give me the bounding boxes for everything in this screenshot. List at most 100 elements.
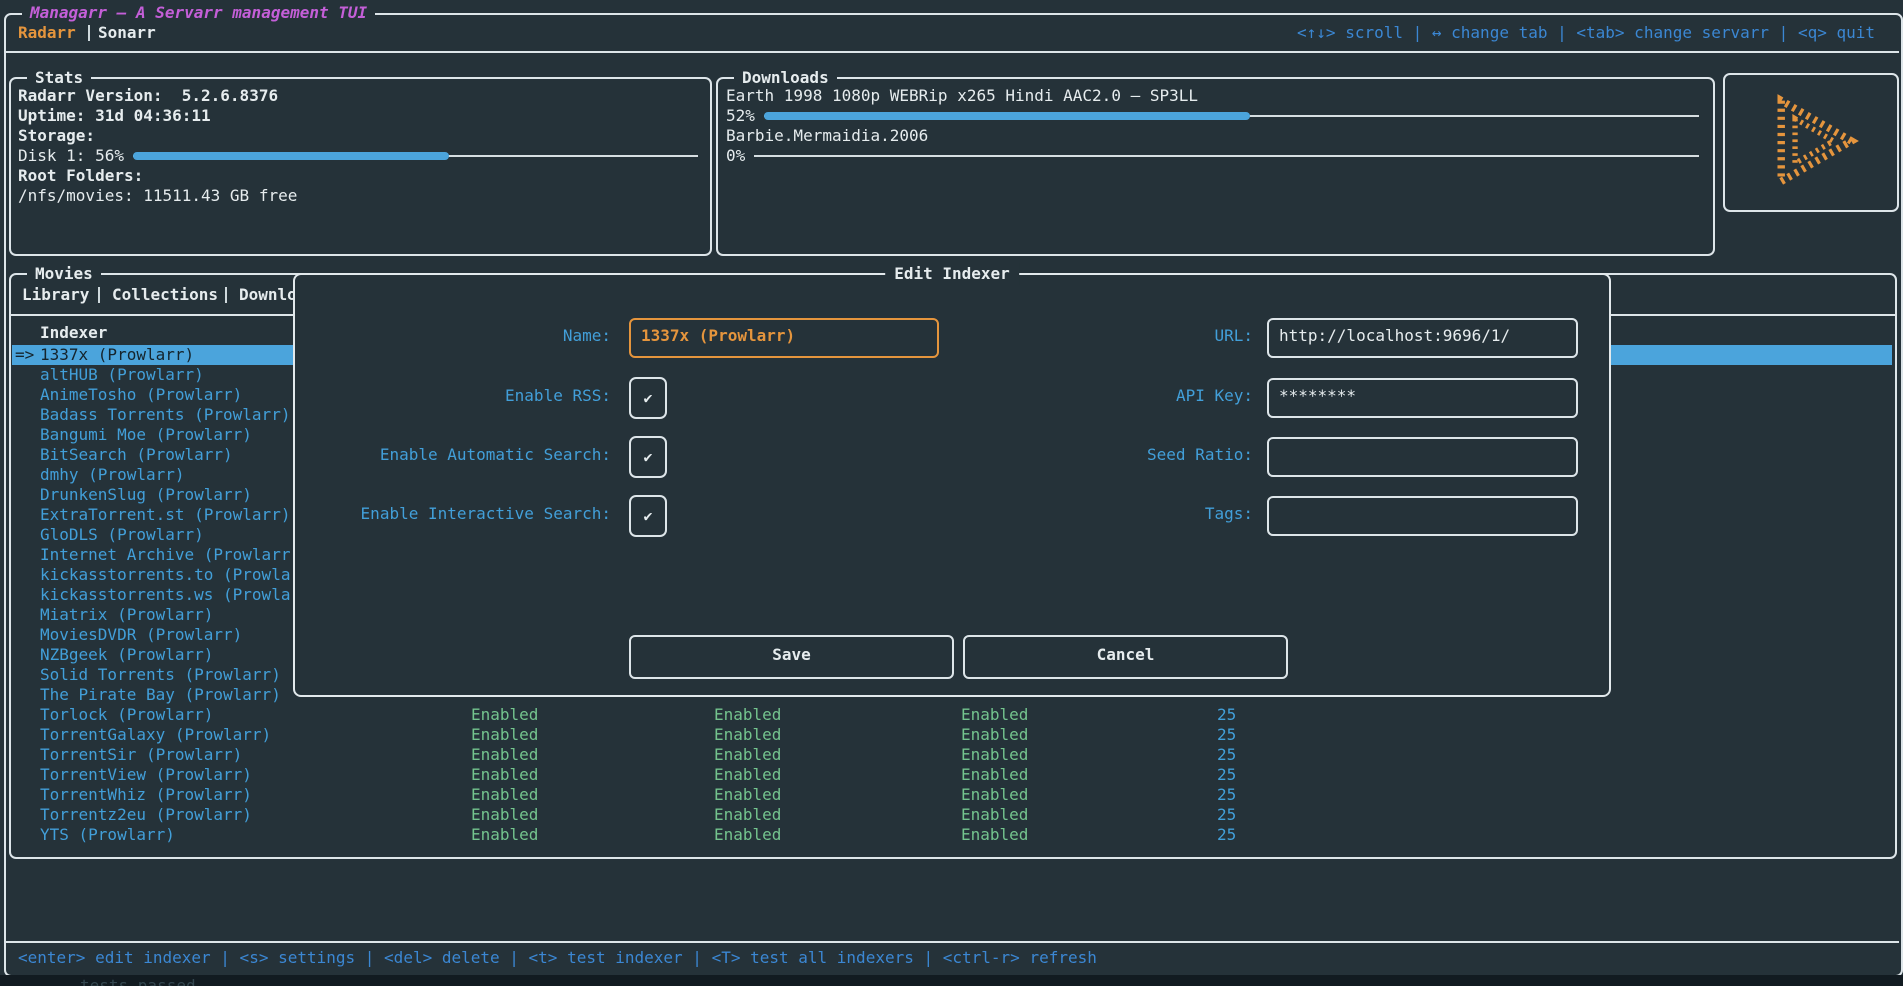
interactive-search-status: Enabled [961, 725, 1028, 745]
indexer-name: MoviesDVDR (Prowlarr) [40, 625, 242, 645]
clipped-terminal-line: tests passed [0, 975, 1903, 986]
priority-value: 25 [1217, 705, 1236, 725]
table-row[interactable]: Torrentz2eu (Prowlarr) Enabled Enabled Enab… [12, 805, 1892, 825]
indexer-name: Torlock (Prowlarr) [40, 705, 213, 725]
table-row[interactable]: YTS (Prowlarr)EnabledEnabledEnabled25 [12, 825, 1892, 845]
interactive-search-status: Enabled [961, 785, 1028, 805]
automatic-search-status: Enabled [714, 805, 781, 825]
indexer-name: TorrentSir (Prowlarr) [40, 745, 242, 765]
root-folder-free-space: /nfs/movies: 11511.43 GB free [18, 186, 297, 206]
indexer-name: GloDLS (Prowlarr) [40, 525, 204, 545]
storage-heading: Storage: [18, 126, 95, 146]
name-input[interactable]: 1337x (Prowlarr) [629, 318, 939, 358]
enable-automatic-search-checkbox[interactable]: ✔ [629, 436, 667, 478]
interactive-search-status: Enabled [961, 705, 1028, 725]
stats-panel: Stats Radarr Version: 5.2.6.8376 Uptime:… [9, 77, 712, 256]
priority-value: 25 [1217, 765, 1236, 785]
indexer-name: Internet Archive (Prowlarr) [40, 545, 300, 565]
tags-input[interactable] [1267, 496, 1578, 536]
rss-status: Enabled [471, 805, 538, 825]
url-label: URL: [953, 326, 1253, 346]
clipped-status-text: tests passed [80, 978, 196, 986]
table-row[interactable]: Torlock (Prowlarr) Enabled Enabled Enabled 2… [12, 705, 1892, 725]
automatic-search-status: Enabled [714, 705, 781, 725]
disk-usage-bar [133, 146, 698, 166]
download-item-name: Barbie.Mermaidia.2006 [726, 126, 1703, 146]
indexer-name: Badass Torrents (Prowlarr) [40, 405, 290, 425]
indexer-name: TorrentGalaxy (Prowlarr) [40, 725, 271, 745]
disk-usage-label: Disk 1: 56% [18, 146, 124, 166]
name-label: Name: [299, 326, 611, 346]
seed-ratio-input[interactable] [1267, 437, 1578, 477]
indexer-name: Bangumi Moe (Prowlarr) [40, 425, 252, 445]
priority-value: 25 [1217, 785, 1236, 805]
app-title: Managarr – A Servarr management TUI [22, 2, 375, 24]
table-row[interactable]: TorrentWhiz (Prowlarr) Enabled Enabled Enab… [12, 785, 1892, 805]
automatic-search-status: Enabled [714, 825, 781, 845]
save-button[interactable]: Save [629, 635, 954, 679]
downloads-list: Earth 1998 1080p WEBRip x265 Hindi AAC2.… [718, 79, 1713, 254]
api-key-input[interactable]: ******** [1267, 378, 1578, 418]
selection-prefix-icon: => [15, 345, 34, 365]
table-row[interactable]: TorrentSir (Prowlarr)EnabledEnabledEnabl… [12, 745, 1892, 765]
uptime: Uptime: 31d 04:36:11 [18, 106, 211, 126]
interactive-search-status: Enabled [961, 825, 1028, 845]
indexer-name: Miatrix (Prowlarr) [40, 605, 213, 625]
checkmark-icon: ✔ [643, 389, 652, 407]
interactive-search-status: Enabled [961, 765, 1028, 785]
enable-automatic-search-label: Enable Automatic Search: [299, 445, 611, 465]
bottom-keybind-bar: <enter> edit indexer | <s> settings | <d… [4, 941, 1899, 975]
indexer-name: The Pirate Bay (Prowlarr) [40, 685, 281, 705]
download-progress-row: 52% [726, 106, 1703, 126]
checkmark-icon: ✔ [643, 507, 652, 525]
download-progress-row: 0% [726, 146, 1703, 166]
table-row[interactable]: TorrentView (Prowlarr)EnabledEnabledEnab… [12, 765, 1892, 785]
enable-interactive-search-checkbox[interactable]: ✔ [629, 495, 667, 537]
indexer-name: TorrentWhiz (Prowlarr) [40, 785, 252, 805]
indexer-name: 1337x (Prowlarr) [40, 345, 194, 365]
enable-rss-checkbox[interactable]: ✔ [629, 377, 667, 419]
priority-value: 25 [1217, 725, 1236, 745]
tab-separator [88, 25, 90, 41]
url-input[interactable]: http://localhost:9696/1/ [1267, 318, 1578, 358]
indexer-name: Solid Torrents (Prowlarr) [40, 665, 281, 685]
managarr-screen: Managarr – A Servarr management TUI Rada… [0, 0, 1903, 986]
rss-status: Enabled [471, 705, 538, 725]
table-row[interactable]: TorrentGalaxy (Prowlarr) Enabled Enabled En… [12, 725, 1892, 745]
priority-value: 25 [1217, 805, 1236, 825]
rss-status: Enabled [471, 785, 538, 805]
indexer-name: BitSearch (Prowlarr) [40, 445, 233, 465]
interactive-search-status: Enabled [961, 745, 1028, 765]
seed-ratio-label: Seed Ratio: [953, 445, 1253, 465]
api-key-label: API Key: [953, 386, 1253, 406]
indexer-name: kickasstorrents.ws (Prowlarr) [40, 585, 319, 605]
enable-interactive-search-label: Enable Interactive Search: [299, 504, 611, 524]
priority-value: 25 [1217, 825, 1236, 845]
indexer-name: DrunkenSlug (Prowlarr) [40, 485, 252, 505]
rss-status: Enabled [471, 765, 538, 785]
tabbar-divider [4, 51, 1899, 53]
download-percent-label: 52% [726, 106, 755, 126]
indexer-name: Torrentz2eu (Prowlarr) [40, 805, 252, 825]
root-folders-heading: Root Folders: [18, 166, 143, 186]
automatic-search-status: Enabled [714, 745, 781, 765]
managarr-play-logo-icon [1755, 91, 1867, 195]
tab-radarr[interactable]: Radarr [18, 23, 76, 43]
servarr-tabbar: Radarr Sonarr <↑↓> scroll | ↔ change tab… [0, 23, 1903, 43]
logo-panel [1723, 73, 1899, 212]
checkmark-icon: ✔ [643, 448, 652, 466]
cancel-button[interactable]: Cancel [963, 635, 1288, 679]
modal-title: Edit Indexer [885, 263, 1019, 285]
automatic-search-status: Enabled [714, 785, 781, 805]
indexer-name: ExtraTorrent.st (Prowlarr) [40, 505, 290, 525]
rss-status: Enabled [471, 725, 538, 745]
top-keybind-hints: <↑↓> scroll | ↔ change tab | <tab> chang… [1297, 23, 1875, 43]
download-item-name: Earth 1998 1080p WEBRip x265 Hindi AAC2.… [726, 86, 1703, 106]
radarr-version: Radarr Version: 5.2.6.8376 [18, 86, 278, 106]
tab-sonarr[interactable]: Sonarr [98, 23, 156, 43]
download-progress-bar [764, 106, 1699, 126]
disk-usage-row: Disk 1: 56% [18, 146, 702, 166]
automatic-search-status: Enabled [714, 725, 781, 745]
interactive-search-status: Enabled [961, 805, 1028, 825]
rss-status: Enabled [471, 825, 538, 845]
